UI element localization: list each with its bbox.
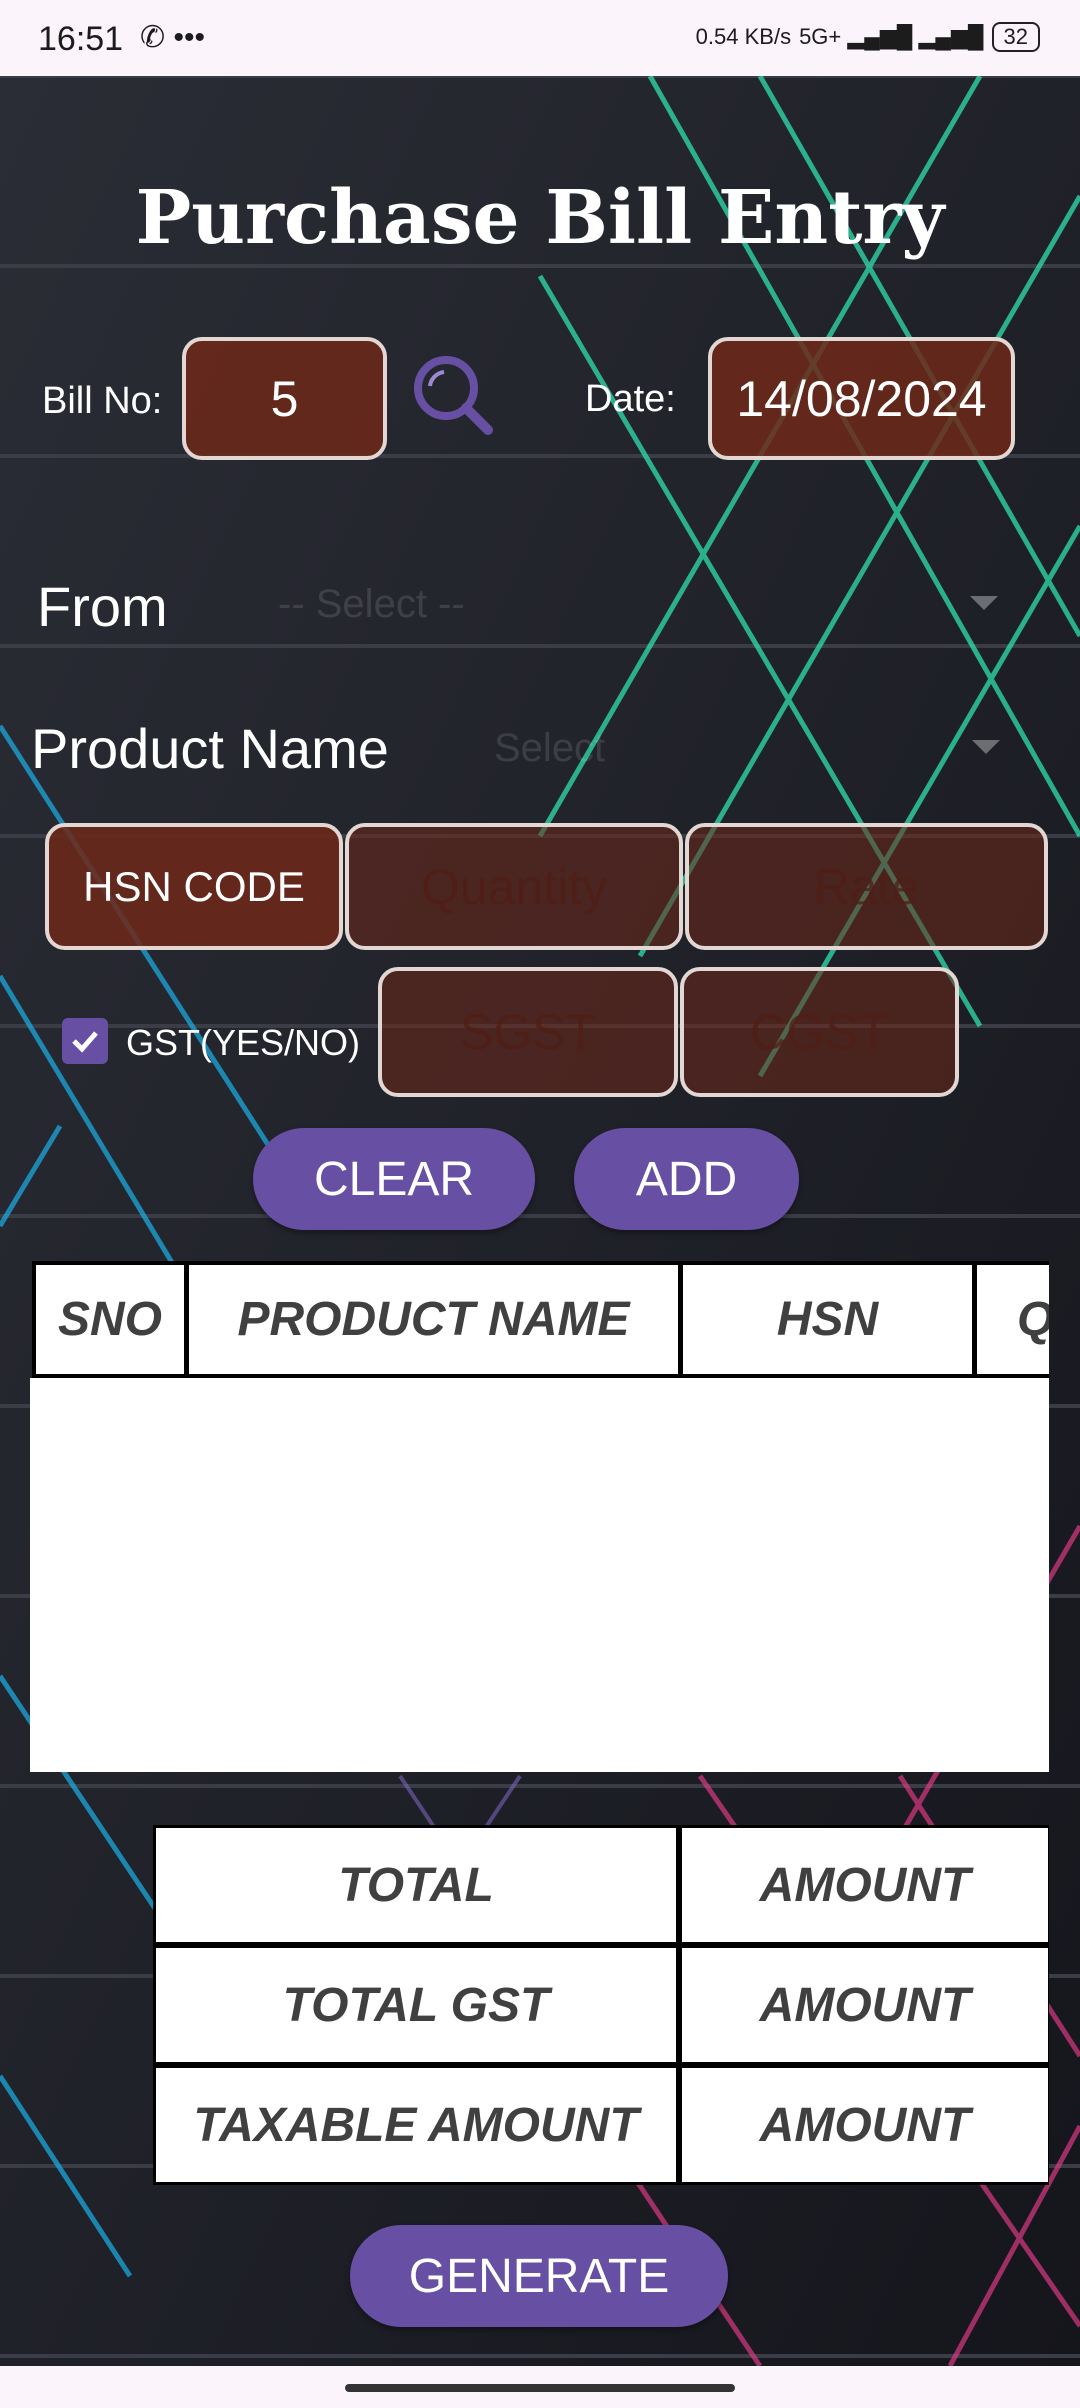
sgst-input[interactable]: SGST [378,967,678,1097]
items-table-body[interactable] [30,1378,1049,1772]
generate-button[interactable]: GENERATE [350,2225,728,2327]
date-input[interactable]: 14/08/2024 [708,337,1015,460]
date-label: Date: [585,378,676,420]
page-title: Purchase Bill Entry [135,175,945,261]
add-button[interactable]: ADD [574,1128,799,1230]
total-gst-amount: AMOUNT [682,1948,1048,2062]
column-header-quantity: Q [977,1265,1049,1374]
bill-no-label: Bill No: [42,380,163,422]
column-header-product-name: PRODUCT NAME [189,1265,678,1374]
navigation-bar [0,2366,1080,2408]
clear-button[interactable]: CLEAR [253,1128,535,1230]
column-header-sno: SNO [36,1265,184,1374]
total-label: TOTAL [156,1828,676,1942]
quantity-input[interactable]: Quantity [345,823,683,950]
taxable-amount-value: AMOUNT [682,2068,1048,2182]
total-amount: AMOUNT [682,1828,1048,1942]
summary-table: TOTAL AMOUNT TOTAL GST AMOUNT TAXABLE AM… [153,1825,1049,2185]
rate-input[interactable]: Rate [685,823,1048,950]
from-spinner[interactable]: -- Select -- [278,582,465,627]
total-gst-label: TOTAL GST [156,1948,676,2062]
from-label: From [37,575,168,638]
cgst-input[interactable]: CGST [680,967,959,1097]
gst-label: GST(YES/NO) [126,1022,361,1063]
items-table-header: SNO PRODUCT NAME HSN Q [32,1261,1049,1378]
check-icon [72,1031,98,1053]
chevron-down-icon[interactable] [972,740,1000,754]
product-spinner[interactable]: Select [494,726,605,771]
hsn-code-input[interactable]: HSN CODE [45,823,343,950]
gst-checkbox[interactable] [62,1018,108,1064]
home-gesture-handle[interactable] [345,2384,735,2392]
search-icon[interactable] [408,350,498,440]
product-name-label: Product Name [31,717,389,780]
chevron-down-icon[interactable] [970,596,998,610]
column-header-hsn: HSN [683,1265,972,1374]
taxable-amount-label: TAXABLE AMOUNT [156,2068,676,2182]
bill-no-input[interactable]: 5 [182,337,387,460]
